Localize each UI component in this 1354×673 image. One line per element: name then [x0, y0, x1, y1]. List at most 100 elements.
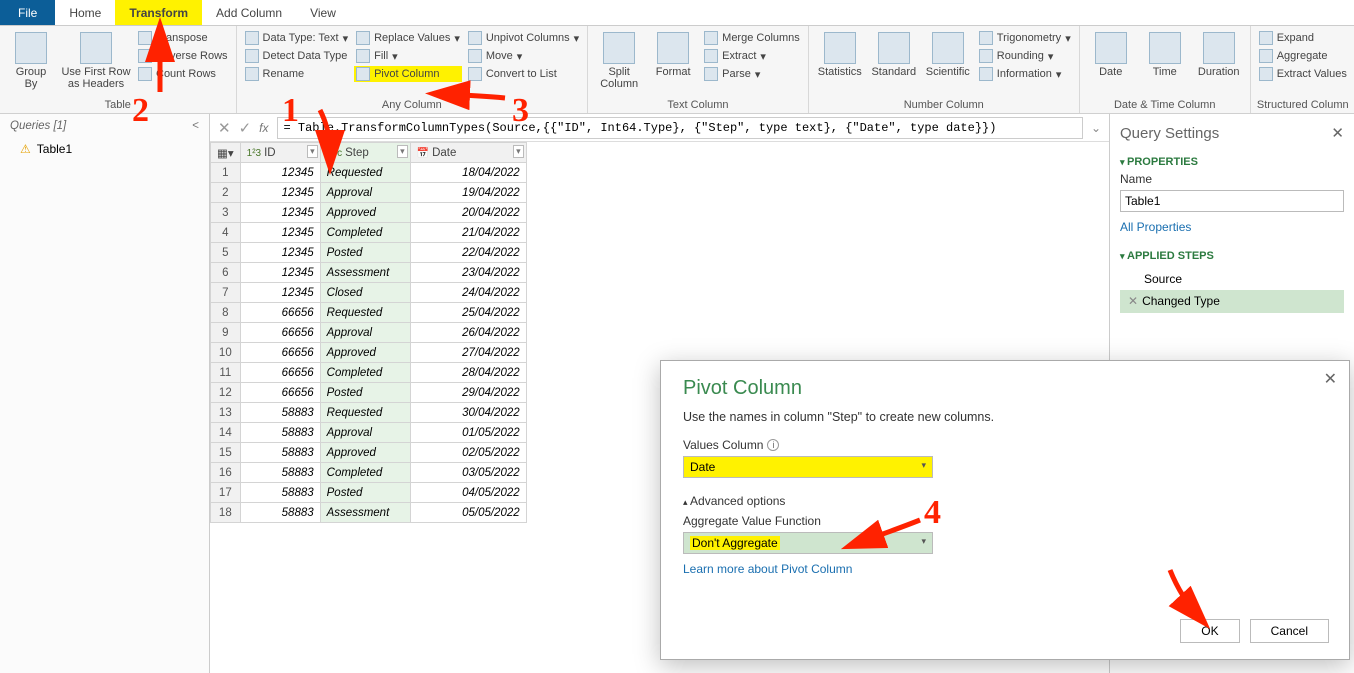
reverse-rows-button[interactable]: Reverse Rows [136, 48, 230, 64]
cell-date[interactable]: 29/04/2022 [410, 383, 526, 403]
tab-view[interactable]: View [296, 0, 350, 25]
duration-button[interactable]: Duration [1194, 28, 1244, 78]
datatype-button[interactable]: Data Type: Text ▾ [243, 30, 351, 46]
row-number[interactable]: 9 [211, 323, 241, 343]
close-settings-icon[interactable]: ✕ [1331, 124, 1344, 142]
cell-step[interactable]: Requested [320, 303, 410, 323]
table-row[interactable]: 1858883Assessment05/05/2022 [211, 503, 527, 523]
cell-step[interactable]: Assessment [320, 263, 410, 283]
extract-button[interactable]: Extract ▾ [702, 48, 802, 64]
table-row[interactable]: 1166656Completed28/04/2022 [211, 363, 527, 383]
row-number[interactable]: 3 [211, 203, 241, 223]
unpivot-button[interactable]: Unpivot Columns ▾ [466, 30, 581, 46]
step-source[interactable]: Source [1120, 268, 1344, 290]
table-row[interactable]: 1658883Completed03/05/2022 [211, 463, 527, 483]
cell-step[interactable]: Assessment [320, 503, 410, 523]
row-number[interactable]: 7 [211, 283, 241, 303]
cell-id[interactable]: 66656 [240, 383, 320, 403]
applied-steps-section[interactable]: APPLIED STEPS [1120, 250, 1344, 262]
col-header-date[interactable]: 📅Date▾ [410, 143, 526, 163]
table-row[interactable]: 1266656Posted29/04/2022 [211, 383, 527, 403]
formula-input[interactable] [277, 117, 1083, 139]
cell-date[interactable]: 18/04/2022 [410, 163, 526, 183]
ok-button[interactable]: OK [1180, 619, 1239, 643]
advanced-options-toggle[interactable]: Advanced options [683, 494, 1327, 508]
row-number[interactable]: 1 [211, 163, 241, 183]
cancel-formula-icon[interactable]: ✕ [218, 119, 231, 137]
rounding-button[interactable]: Rounding ▾ [977, 48, 1073, 64]
replace-values-button[interactable]: Replace Values ▾ [354, 30, 462, 46]
cell-step[interactable]: Posted [320, 483, 410, 503]
row-number[interactable]: 17 [211, 483, 241, 503]
cell-step[interactable]: Approval [320, 323, 410, 343]
properties-section[interactable]: PROPERTIES [1120, 156, 1344, 168]
table-row[interactable]: 612345Assessment23/04/2022 [211, 263, 527, 283]
tab-transform[interactable]: Transform [115, 0, 202, 25]
row-number[interactable]: 2 [211, 183, 241, 203]
fill-button[interactable]: Fill ▾ [354, 48, 462, 64]
cell-id[interactable]: 58883 [240, 503, 320, 523]
cell-step[interactable]: Requested [320, 163, 410, 183]
standard-button[interactable]: Standard [869, 28, 919, 78]
cell-date[interactable]: 27/04/2022 [410, 343, 526, 363]
cell-date[interactable]: 25/04/2022 [410, 303, 526, 323]
cell-step[interactable]: Requested [320, 403, 410, 423]
move-button[interactable]: Move ▾ [466, 48, 581, 64]
cell-date[interactable]: 26/04/2022 [410, 323, 526, 343]
cell-id[interactable]: 66656 [240, 323, 320, 343]
table-row[interactable]: 112345Requested18/04/2022 [211, 163, 527, 183]
cell-step[interactable]: Completed [320, 223, 410, 243]
table-row[interactable]: 212345Approval19/04/2022 [211, 183, 527, 203]
convert-list-button[interactable]: Convert to List [466, 66, 581, 82]
cell-date[interactable]: 05/05/2022 [410, 503, 526, 523]
cell-step[interactable]: Approved [320, 203, 410, 223]
cell-id[interactable]: 58883 [240, 423, 320, 443]
cell-id[interactable]: 12345 [240, 283, 320, 303]
statistics-button[interactable]: Statistics [815, 28, 865, 78]
detect-dtype-button[interactable]: Detect Data Type [243, 48, 351, 64]
format-button[interactable]: Format [648, 28, 698, 78]
cell-id[interactable]: 12345 [240, 183, 320, 203]
row-number[interactable]: 5 [211, 243, 241, 263]
table-row[interactable]: 1358883Requested30/04/2022 [211, 403, 527, 423]
transpose-button[interactable]: Transpose [136, 30, 230, 46]
filter-icon[interactable]: ▾ [397, 145, 408, 158]
cell-date[interactable]: 21/04/2022 [410, 223, 526, 243]
cell-step[interactable]: Approved [320, 443, 410, 463]
cell-id[interactable]: 12345 [240, 263, 320, 283]
trig-button[interactable]: Trigonometry ▾ [977, 30, 1073, 46]
expand-button[interactable]: Expand [1257, 30, 1349, 46]
cell-step[interactable]: Completed [320, 463, 410, 483]
row-number[interactable]: 6 [211, 263, 241, 283]
cell-id[interactable]: 12345 [240, 203, 320, 223]
cell-date[interactable]: 01/05/2022 [410, 423, 526, 443]
query-item[interactable]: ⚠ Table1 [0, 138, 209, 160]
table-row[interactable]: 966656Approval26/04/2022 [211, 323, 527, 343]
pivot-column-button[interactable]: Pivot Column [354, 66, 462, 82]
cell-step[interactable]: Completed [320, 363, 410, 383]
cell-id[interactable]: 58883 [240, 403, 320, 423]
cell-id[interactable]: 58883 [240, 483, 320, 503]
dialog-close-icon[interactable]: ✕ [1324, 369, 1337, 389]
table-row[interactable]: 1758883Posted04/05/2022 [211, 483, 527, 503]
cell-step[interactable]: Posted [320, 383, 410, 403]
cell-date[interactable]: 24/04/2022 [410, 283, 526, 303]
table-row[interactable]: 512345Posted22/04/2022 [211, 243, 527, 263]
merge-columns-button[interactable]: Merge Columns [702, 30, 802, 46]
use-headers-button[interactable]: Use First Row as Headers [60, 28, 132, 90]
cell-id[interactable]: 12345 [240, 163, 320, 183]
row-header-corner[interactable]: ▦▾ [211, 143, 241, 163]
rename-button[interactable]: Rename [243, 66, 351, 82]
time-button[interactable]: Time [1140, 28, 1190, 78]
cell-date[interactable]: 19/04/2022 [410, 183, 526, 203]
table-row[interactable]: 1558883Approved02/05/2022 [211, 443, 527, 463]
cell-step[interactable]: Posted [320, 243, 410, 263]
row-number[interactable]: 12 [211, 383, 241, 403]
cell-step[interactable]: Approval [320, 423, 410, 443]
extract-values-button[interactable]: Extract Values [1257, 66, 1349, 82]
row-number[interactable]: 4 [211, 223, 241, 243]
learn-more-link[interactable]: Learn more about Pivot Column [683, 562, 1327, 576]
table-row[interactable]: 712345Closed24/04/2022 [211, 283, 527, 303]
filter-icon[interactable]: ▾ [513, 145, 524, 158]
col-header-id[interactable]: 1²3ID▾ [240, 143, 320, 163]
